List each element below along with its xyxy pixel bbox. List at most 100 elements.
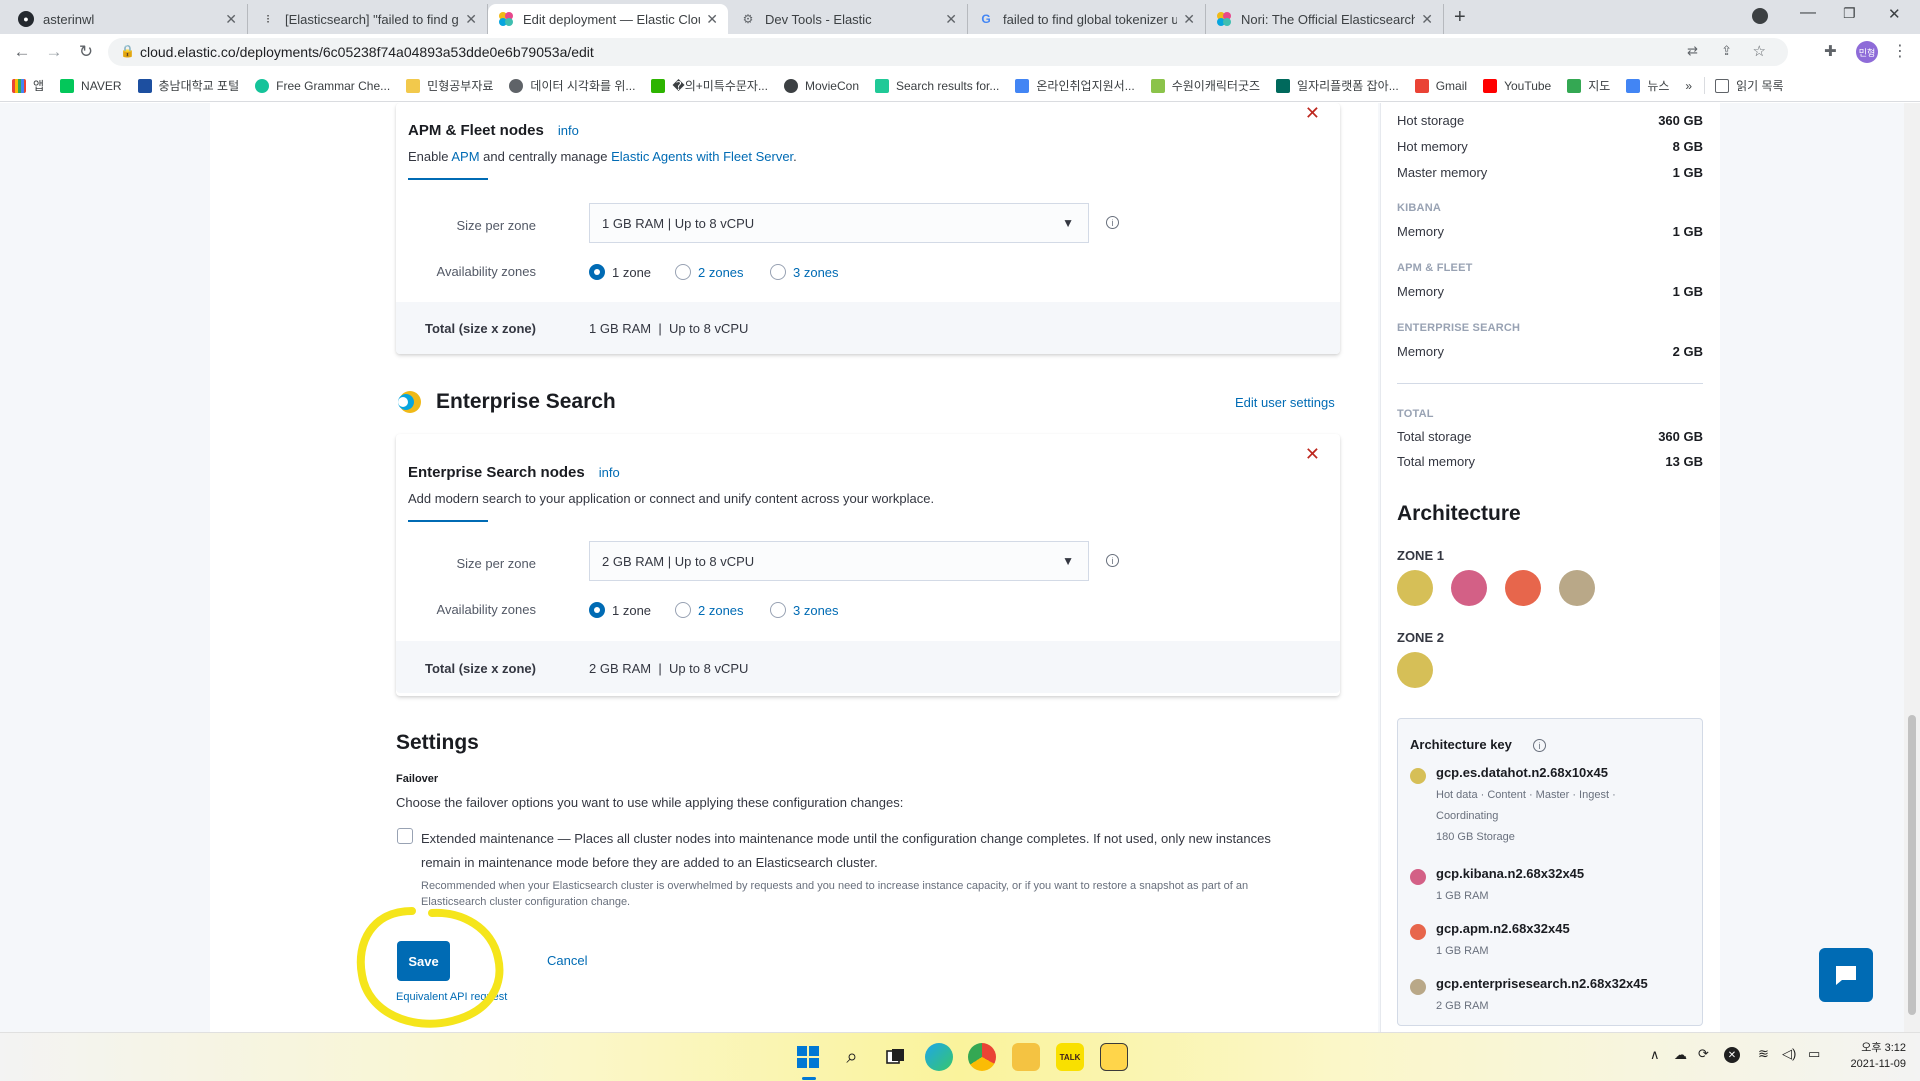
close-tab-icon[interactable]: ✕ — [225, 11, 237, 28]
wifi-icon[interactable]: ≋ — [1758, 1046, 1769, 1062]
info-icon[interactable]: i — [1106, 216, 1119, 229]
remove-card-icon[interactable]: ✕ — [1305, 444, 1320, 465]
sync-icon[interactable]: ⟳ — [1698, 1046, 1709, 1062]
bookmark-item[interactable]: 일자리플랫폼 잡아... — [1276, 77, 1399, 94]
radio-3-zones[interactable] — [770, 602, 786, 618]
reading-list-icon — [1715, 78, 1730, 93]
bookmark-item[interactable]: YouTube — [1483, 78, 1551, 93]
close-tab-icon[interactable]: ✕ — [706, 11, 718, 28]
apm-fleet-card: APM & Fleet nodes info ✕ Enable APM and c… — [396, 103, 1340, 354]
close-tab-icon[interactable]: ✕ — [465, 11, 477, 28]
cancel-button[interactable]: Cancel — [547, 953, 587, 968]
bookmark-item[interactable]: 뉴스 — [1626, 77, 1669, 94]
radio-2-zones[interactable] — [675, 264, 691, 280]
notepad-icon[interactable] — [1100, 1043, 1128, 1071]
apm-link[interactable]: APM — [451, 149, 479, 164]
kakaotalk-icon[interactable]: TALK — [1056, 1043, 1084, 1071]
node-kibana-dot[interactable] — [1451, 570, 1487, 606]
close-window-icon[interactable]: ✕ — [1888, 5, 1901, 23]
info-icon[interactable]: i — [1533, 739, 1546, 752]
fleet-server-link[interactable]: Elastic Agents with Fleet Server — [611, 149, 793, 164]
node-enterprise-search-dot[interactable] — [1559, 570, 1595, 606]
size-select[interactable]: 2 GB RAM | Up to 8 vCPU ▼ — [589, 541, 1089, 581]
browser-tab-active[interactable]: Edit deployment — Elastic Clou ✕ — [488, 4, 728, 34]
bookmark-item[interactable]: 민형공부자료 — [406, 77, 493, 94]
browser-tab[interactable]: Nori: The Official Elasticsearch P ✕ — [1206, 4, 1444, 34]
info-link[interactable]: info — [599, 465, 620, 480]
bookmark-item[interactable]: NAVER — [60, 78, 122, 93]
node-datahot-dot[interactable] — [1397, 652, 1433, 688]
info-icon[interactable]: i — [1106, 554, 1119, 567]
radio-3-zones[interactable] — [770, 264, 786, 280]
bookmark-item[interactable]: 충남대학교 포털 — [137, 77, 239, 94]
close-tab-icon[interactable]: ✕ — [1421, 11, 1433, 28]
extended-maintenance-checkbox[interactable] — [397, 828, 413, 844]
new-tab-icon[interactable]: + — [1454, 6, 1466, 29]
remove-card-icon[interactable]: ✕ — [1305, 103, 1320, 124]
reading-list[interactable]: 읽기 목록 — [1704, 77, 1784, 94]
browser-tab[interactable]: ● asterinwl ✕ — [8, 4, 248, 34]
windows-start-icon[interactable] — [794, 1043, 822, 1071]
back-icon[interactable]: ← — [8, 38, 36, 66]
moviecon-icon — [783, 78, 798, 93]
bookmark-item[interactable]: Search results for... — [875, 78, 999, 93]
summary-row: Total storage 360 GB — [1397, 429, 1703, 444]
edit-user-settings-link[interactable]: Edit user settings — [1235, 395, 1335, 410]
bookmark-item[interactable]: Free Grammar Che... — [255, 78, 390, 93]
address-bar[interactable]: 🔒 cloud.elastic.co/deployments/6c05238f7… — [108, 38, 1788, 66]
node-datahot-dot[interactable] — [1397, 570, 1433, 606]
forward-icon[interactable]: → — [40, 38, 68, 66]
chat-button[interactable] — [1819, 948, 1873, 1002]
maximize-icon[interactable]: ❐ — [1843, 5, 1856, 22]
clock[interactable]: 오후 3:12 2021-11-09 — [1836, 1040, 1906, 1072]
failover-label: Failover — [396, 773, 439, 785]
tab-underline — [408, 178, 488, 180]
edge-icon[interactable] — [925, 1043, 953, 1071]
bookmark-item[interactable]: 수원이캐릭터굿즈 — [1150, 77, 1260, 94]
minimize-icon[interactable]: — — [1800, 4, 1816, 22]
tray-overflow-icon[interactable]: ∧ — [1650, 1047, 1660, 1063]
menu-icon[interactable]: ⋮ — [1892, 41, 1908, 61]
highlight-annotation — [356, 907, 504, 1028]
browser-tab[interactable]: G failed to find global tokenizer u ✕ — [968, 4, 1206, 34]
more-bookmarks-icon[interactable]: » — [1685, 79, 1692, 93]
browser-tab[interactable]: ⁝ [Elasticsearch] "failed to find glo ✕ — [250, 4, 488, 34]
bookmark-item[interactable]: MovieCon — [783, 78, 859, 93]
task-view-icon[interactable] — [882, 1043, 910, 1071]
battery-icon[interactable]: ▭ — [1808, 1046, 1820, 1062]
bookmark-item[interactable]: 데이터 시각화를 위... — [509, 77, 635, 94]
chrome-icon[interactable] — [968, 1043, 996, 1071]
bookmark-star-icon[interactable]: ☆ — [1753, 42, 1766, 60]
bookmark-item[interactable]: 지도 — [1567, 77, 1610, 94]
info-link[interactable]: info — [558, 123, 579, 138]
radio-1-zone[interactable] — [589, 602, 605, 618]
lock-icon: 🔒 — [120, 44, 135, 58]
size-select[interactable]: 1 GB RAM | Up to 8 vCPU ▼ — [589, 203, 1089, 243]
share-icon[interactable]: ⇪ — [1721, 43, 1732, 59]
close-tab-icon[interactable]: ✕ — [945, 11, 957, 28]
node-apm-dot[interactable] — [1505, 570, 1541, 606]
notification-icon[interactable]: ✕ — [1724, 1047, 1740, 1063]
translate-icon[interactable]: ⇄ — [1687, 43, 1698, 59]
onedrive-icon[interactable]: ☁ — [1674, 1047, 1687, 1063]
dev-tools-icon: ⚙ — [742, 12, 754, 26]
radio-1-zone[interactable] — [589, 264, 605, 280]
extensions-icon[interactable]: ✚ — [1824, 42, 1837, 60]
bookmark-item[interactable]: Gmail — [1414, 78, 1467, 93]
page-scrollbar[interactable] — [1904, 103, 1920, 1032]
close-tab-icon[interactable]: ✕ — [1183, 11, 1195, 28]
search-icon[interactable]: ⌕ — [838, 1043, 866, 1071]
bookmark-item[interactable]: �의+미특수문자... — [651, 77, 768, 94]
tab-search-icon[interactable] — [1752, 8, 1768, 24]
file-explorer-icon[interactable] — [1012, 1043, 1040, 1071]
reload-icon[interactable]: ↻ — [72, 38, 100, 66]
card-title: Enterprise Search nodes info — [408, 464, 620, 481]
summary-row: Master memory 1 GB — [1397, 165, 1703, 180]
bookmark-item[interactable]: 온라인취업지원서... — [1015, 77, 1135, 94]
profile-avatar[interactable]: 민형 — [1856, 41, 1878, 63]
radio-2-zones[interactable] — [675, 602, 691, 618]
bookmark-item[interactable]: 앱 — [12, 77, 44, 94]
browser-tab[interactable]: ⚙ Dev Tools - Elastic ✕ — [730, 4, 968, 34]
scrollbar-thumb[interactable] — [1908, 715, 1916, 1015]
volume-icon[interactable]: ◁) — [1782, 1046, 1796, 1062]
